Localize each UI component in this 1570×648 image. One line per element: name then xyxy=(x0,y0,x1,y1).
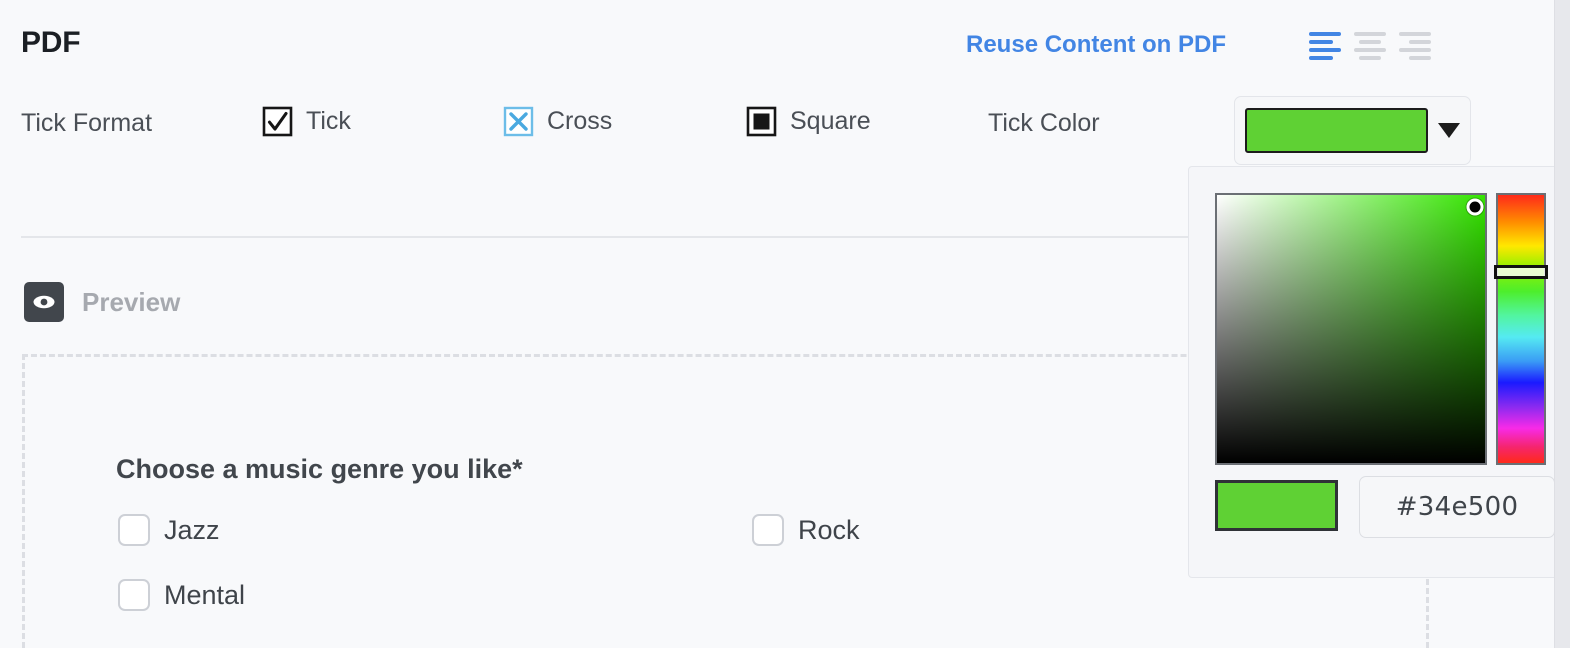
checkbox-label: Mental xyxy=(164,579,246,610)
tick-format-option-label: Tick xyxy=(306,107,351,135)
hue-slider-handle[interactable] xyxy=(1494,265,1548,279)
reuse-content-on-pdf-link[interactable]: Reuse Content on PDF xyxy=(966,31,1226,59)
question-title: Choose a music genre you like* xyxy=(116,454,523,484)
panel-header: PDF Reuse Content on PDF xyxy=(0,0,1554,92)
preview-label: Preview xyxy=(82,286,181,317)
tick-color-label: Tick Color xyxy=(988,109,1100,137)
align-center-icon[interactable] xyxy=(1354,30,1386,61)
tick-format-option-label: Cross xyxy=(547,107,613,135)
tick-format-option-tick[interactable]: Tick xyxy=(262,106,351,137)
color-picker-popover: #34e500 xyxy=(1188,166,1570,578)
square-checkbox-icon xyxy=(746,106,777,137)
hex-color-input[interactable]: #34e500 xyxy=(1359,476,1555,538)
checkbox-label: Rock xyxy=(798,514,860,545)
tick-format-option-cross[interactable]: Cross xyxy=(503,106,612,137)
tick-format-label: Tick Format xyxy=(21,109,153,137)
tick-color-swatch[interactable] xyxy=(1245,108,1428,153)
checkbox-icon[interactable] xyxy=(752,514,784,546)
align-left-icon[interactable] xyxy=(1309,30,1341,61)
checkbox-option-mental[interactable]: Mental xyxy=(118,579,245,611)
checkbox-icon[interactable] xyxy=(118,579,150,611)
cross-checkbox-icon xyxy=(503,106,534,137)
hue-slider-strip[interactable] xyxy=(1496,193,1546,465)
preview-header: Preview xyxy=(24,282,180,322)
tick-format-option-square[interactable]: Square xyxy=(746,106,871,137)
chevron-down-icon[interactable] xyxy=(1438,123,1460,138)
checkbox-icon[interactable] xyxy=(118,514,150,546)
saturation-value-handle[interactable] xyxy=(1466,198,1484,216)
checkbox-label: Jazz xyxy=(164,514,220,545)
align-right-icon[interactable] xyxy=(1399,30,1431,61)
alignment-toolbar xyxy=(1309,30,1431,61)
checkbox-option-jazz[interactable]: Jazz xyxy=(118,514,220,546)
hex-color-value: #34e500 xyxy=(1395,492,1519,522)
checkbox-option-rock[interactable]: Rock xyxy=(752,514,860,546)
saturation-value-gradient[interactable] xyxy=(1215,193,1487,465)
tick-color-dropdown[interactable] xyxy=(1234,96,1471,165)
tick-checkbox-icon xyxy=(262,106,293,137)
tick-format-option-label: Square xyxy=(790,107,871,135)
page-title: PDF xyxy=(21,26,81,59)
page-scrollbar[interactable] xyxy=(1554,0,1570,648)
color-preview-swatch xyxy=(1215,480,1338,531)
eye-preview-icon xyxy=(24,282,64,322)
